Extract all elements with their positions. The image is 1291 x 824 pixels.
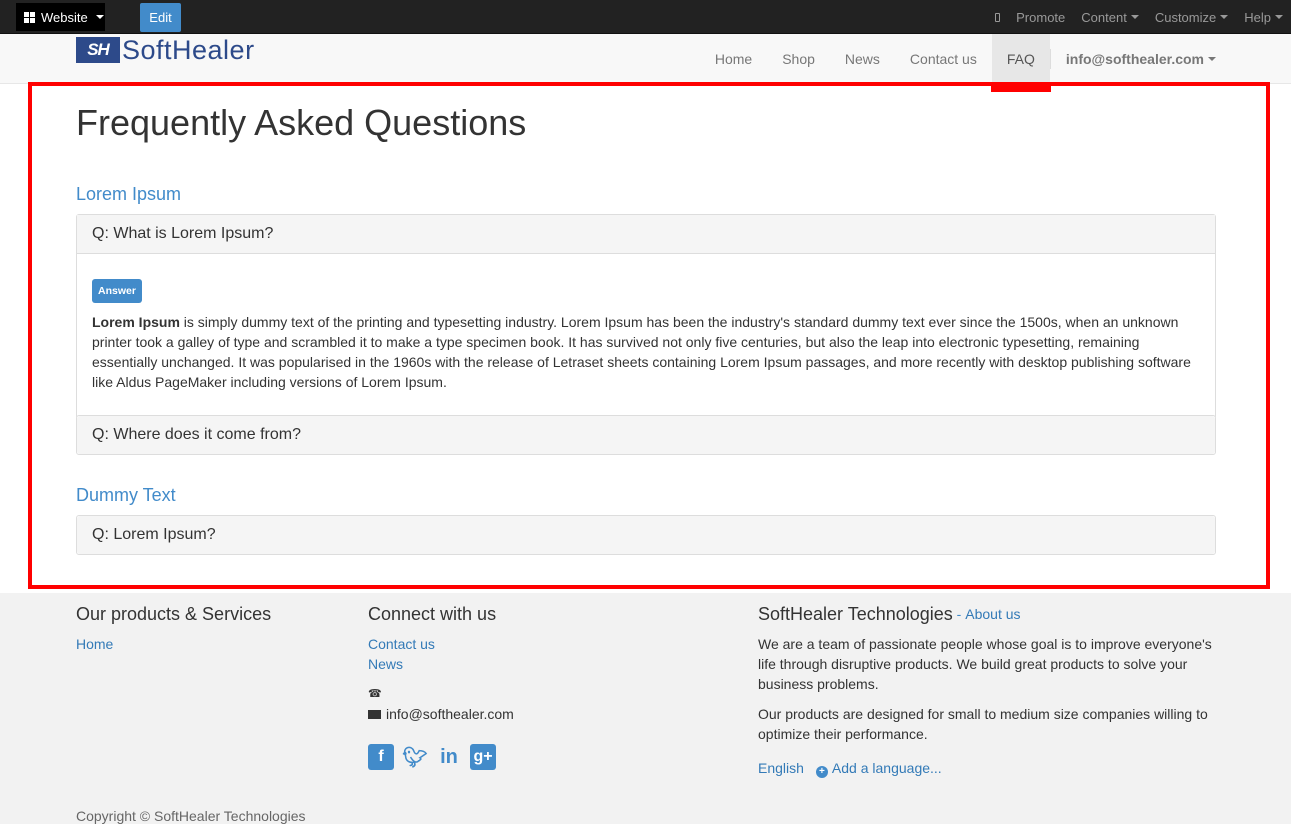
footer-link-home[interactable]: Home: [76, 634, 346, 654]
about-paragraph: We are a team of passionate people whose…: [758, 636, 1212, 692]
footer-connect-links: Contact us News: [368, 634, 728, 674]
help-menu[interactable]: Help: [1236, 10, 1291, 25]
phone-icon: ☎: [368, 687, 382, 700]
edit-button[interactable]: Edit: [140, 3, 181, 32]
answer-bold-term: Lorem Ipsum: [92, 314, 180, 330]
admin-bar: Website Edit Promote Content Customize H…: [0, 0, 1291, 34]
mobile-preview-icon[interactable]: [995, 12, 1001, 22]
page-title: Frequently Asked Questions: [76, 102, 527, 143]
user-email: info@softhealer.com: [1065, 51, 1204, 67]
customize-menu[interactable]: Customize: [1147, 10, 1236, 25]
site-header: SH SoftHealer Home Shop News Contact us …: [0, 34, 1291, 84]
nav-contact[interactable]: Contact us: [895, 34, 992, 84]
footer-company-column: SoftHealer Technologies - About us We ar…: [758, 593, 1218, 778]
footer-connect-column: Connect with us Contact us News ☎ info@s…: [368, 593, 728, 770]
faq-question[interactable]: Q: Where does it come from?: [77, 416, 1215, 454]
chevron-down-icon: [1275, 15, 1283, 19]
footer-link-news[interactable]: News: [368, 654, 728, 674]
site-logo[interactable]: SH SoftHealer: [76, 34, 255, 65]
logo-text: SoftHealer: [122, 34, 255, 65]
phone-row: ☎: [368, 684, 728, 704]
site-footer: Our products & Services Home Connect wit…: [0, 593, 1291, 824]
website-menu-button[interactable]: Website: [16, 3, 105, 31]
twitter-icon[interactable]: 🐦︎: [402, 744, 428, 770]
about-paragraph: Our products are designed for small to m…: [758, 706, 1208, 742]
about-separator: -: [952, 606, 966, 622]
faq-answer: Answer Lorem Ipsum is simply dummy text …: [77, 254, 1215, 418]
faq-panel: Q: Where does it come from?: [76, 415, 1216, 455]
faq-section-title: Dummy Text: [76, 485, 176, 505]
add-language-link[interactable]: Add a language...: [832, 760, 942, 776]
customize-label: Customize: [1154, 9, 1217, 25]
language-selector: English + Add a language...: [758, 760, 1218, 778]
footer-connect-title: Connect with us: [368, 603, 497, 624]
footer-products-column: Our products & Services Home: [76, 593, 346, 654]
faq-section-title: Lorem Ipsum: [76, 184, 182, 204]
logo-mark: SH: [76, 37, 120, 63]
footer-products-title: Our products & Services: [76, 603, 272, 624]
google-plus-icon[interactable]: g+: [470, 744, 496, 770]
faq-panel: Q: Lorem Ipsum?: [76, 515, 1216, 555]
content-menu[interactable]: Content: [1073, 10, 1147, 25]
promote-menu[interactable]: Promote: [987, 10, 1073, 25]
admin-menu: Promote Content Customize Help: [987, 0, 1291, 34]
plus-circle-icon: +: [815, 765, 828, 778]
footer-contact-info: ☎ info@softhealer.com: [368, 684, 728, 724]
footer-products-links: Home: [76, 634, 346, 654]
chevron-down-icon: [95, 15, 104, 19]
help-label: Help: [1244, 9, 1271, 25]
promote-label: Promote: [1016, 9, 1066, 25]
faq-question[interactable]: Q: What is Lorem Ipsum?: [77, 215, 1215, 254]
website-menu-label: Website: [41, 9, 88, 25]
nav-faq[interactable]: FAQ: [991, 34, 1050, 84]
footer-link-contact[interactable]: Contact us: [368, 634, 728, 654]
email-row: info@softhealer.com: [368, 704, 728, 724]
company-name: SoftHealer Technologies: [758, 603, 953, 624]
footer-company-title: SoftHealer Technologies - About us: [758, 603, 1218, 625]
user-menu[interactable]: info@softhealer.com: [1051, 34, 1291, 84]
chevron-down-icon: [1208, 57, 1216, 61]
social-links: f 🐦︎ in g+: [368, 744, 728, 770]
about-us-link[interactable]: About us: [965, 606, 1020, 622]
facebook-icon[interactable]: f: [368, 744, 394, 770]
chevron-down-icon: [1130, 15, 1139, 19]
answer-body: is simply dummy text of the printing and…: [92, 314, 1191, 390]
faq-question[interactable]: Q: Lorem Ipsum?: [77, 516, 1215, 554]
footer-email[interactable]: info@softhealer.com: [386, 706, 514, 722]
chevron-down-icon: [1220, 15, 1229, 19]
nav-shop[interactable]: Shop: [767, 34, 830, 84]
apps-grid-icon: [24, 11, 35, 23]
nav-home[interactable]: Home: [700, 34, 767, 84]
answer-badge: Answer: [92, 279, 142, 303]
nav-news[interactable]: News: [830, 34, 895, 84]
answer-text: Lorem Ipsum is simply dummy text of the …: [92, 312, 1200, 392]
linkedin-icon[interactable]: in: [436, 744, 462, 770]
envelope-icon: [368, 709, 381, 719]
faq-panel: Q: What is Lorem Ipsum? Answer Lorem Ips…: [76, 214, 1216, 419]
copyright: Copyright © SoftHealer Technologies: [76, 808, 306, 824]
main-nav: Home Shop News Contact us FAQ info@softh…: [700, 34, 1291, 84]
content-label: Content: [1081, 9, 1127, 25]
language-english[interactable]: English: [758, 760, 804, 776]
